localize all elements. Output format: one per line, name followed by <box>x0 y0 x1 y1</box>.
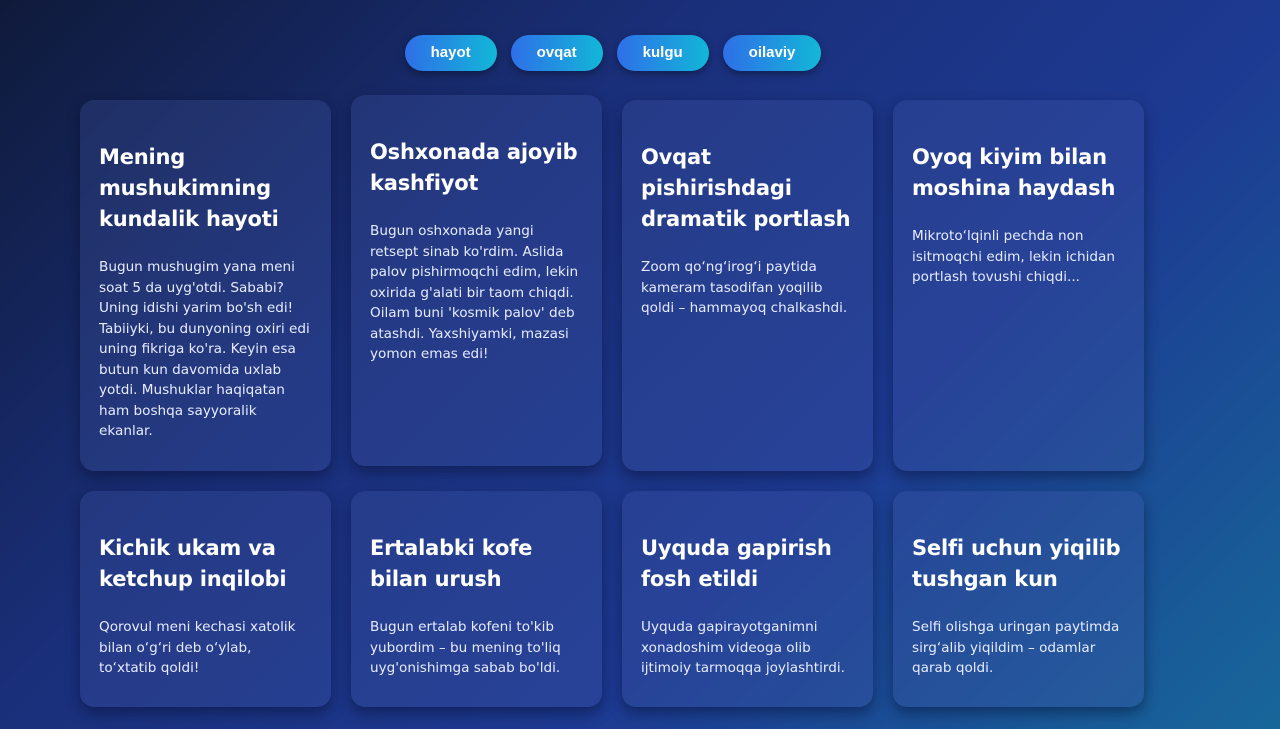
post-card[interactable]: Oshxonada ajoyib kashfiyot Bugun oshxona… <box>351 95 602 466</box>
post-card[interactable]: Kichik ukam va ketchup inqilobi Qorovul … <box>80 491 331 707</box>
post-card-title: Oyoq kiyim bilan moshina haydash <box>912 145 1116 200</box>
post-card-excerpt: Zoom qo‘ng‘irog‘i paytida kameram tasodi… <box>641 259 848 316</box>
tag-filter-bar: hayot ovqat kulgu oilaviy <box>0 35 1226 71</box>
post-card-excerpt: Mikroto‘lqinli pechda non isitmoqchi edi… <box>912 228 1115 285</box>
post-card-title: Kichik ukam va ketchup inqilobi <box>99 536 287 591</box>
post-card[interactable]: Ertalabki kofe bilan urush Bugun ertalab… <box>351 491 602 707</box>
post-card[interactable]: Uyquda gapirish fosh etildi Uyquda gapir… <box>622 491 873 707</box>
post-card-excerpt: Bugun oshxonada yangi retsept sinab ko'r… <box>370 223 579 362</box>
post-card-grid: Mening mushukimning kundalik hayoti Bugu… <box>80 95 1146 707</box>
post-card-title: Ovqat pishirishdagi dramatik portlash <box>641 145 851 231</box>
post-card-excerpt: Bugun mushugim yana meni soat 5 da uyg'o… <box>99 259 310 439</box>
post-card-title: Uyquda gapirish fosh etildi <box>641 536 832 591</box>
post-card-title: Selfi uchun yiqilib tushgan kun <box>912 536 1121 591</box>
post-card-excerpt: Bugun ertalab kofeni to'kib yubordim – b… <box>370 619 561 676</box>
post-card-excerpt: Qorovul meni kechasi xatolik bilan o‘g‘r… <box>99 619 296 676</box>
tag-kulgu-button[interactable]: kulgu <box>616 35 709 71</box>
post-card[interactable]: Oyoq kiyim bilan moshina haydash Mikroto… <box>893 100 1144 471</box>
post-card-title: Mening mushukimning kundalik hayoti <box>99 145 279 231</box>
post-card[interactable]: Ovqat pishirishdagi dramatik portlash Zo… <box>622 100 873 471</box>
post-card[interactable]: Selfi uchun yiqilib tushgan kun Selfi ol… <box>893 491 1144 707</box>
post-card-title: Ertalabki kofe bilan urush <box>370 536 533 591</box>
post-card-excerpt: Selfi olishga uringan paytimda sirg‘alib… <box>912 619 1120 676</box>
tag-hayot-button[interactable]: hayot <box>404 35 497 71</box>
tag-oilaviy-button[interactable]: oilaviy <box>722 35 822 71</box>
post-card[interactable]: Mening mushukimning kundalik hayoti Bugu… <box>80 100 331 471</box>
post-card-excerpt: Uyquda gapirayotganimni xonadoshim video… <box>641 619 845 676</box>
tag-ovqat-button[interactable]: ovqat <box>510 35 603 71</box>
post-card-title: Oshxonada ajoyib kashfiyot <box>370 140 578 195</box>
